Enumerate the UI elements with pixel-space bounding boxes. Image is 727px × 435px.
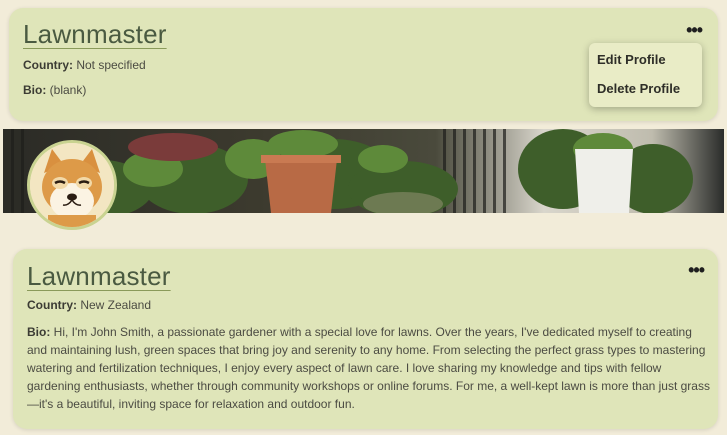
edit-profile-menu-item[interactable]: Edit Profile <box>589 47 702 76</box>
country-label: Country: <box>23 58 77 72</box>
bio-label: Bio: <box>27 325 54 339</box>
delete-profile-menu-item[interactable]: Delete Profile <box>589 76 702 105</box>
profile-name[interactable]: Lawnmaster <box>23 19 167 50</box>
bio-label: Bio: <box>23 83 50 97</box>
bio-field: Bio: Hi, I'm John Smith, a passionate ga… <box>27 323 713 413</box>
more-options-icon[interactable]: ••• <box>686 21 703 39</box>
bio-field: Bio: (blank) <box>23 83 86 97</box>
avatar[interactable] <box>27 140 117 230</box>
country-value: Not specified <box>76 58 146 72</box>
bio-value: Hi, I'm John Smith, a passionate gardene… <box>27 325 710 411</box>
more-options-icon[interactable]: ••• <box>688 261 705 279</box>
shiba-dog-icon <box>30 143 114 227</box>
profile-options-menu: Edit Profile Delete Profile <box>589 43 702 107</box>
bio-value: (blank) <box>49 83 87 97</box>
profile-detail-card: Lawnmaster Country: New Zealand Bio: Hi,… <box>13 249 718 429</box>
country-value: New Zealand <box>80 298 152 312</box>
country-field: Country: New Zealand <box>27 298 151 312</box>
country-field: Country: Not specified <box>23 58 146 72</box>
profile-name[interactable]: Lawnmaster <box>27 261 171 292</box>
country-label: Country: <box>27 298 81 312</box>
